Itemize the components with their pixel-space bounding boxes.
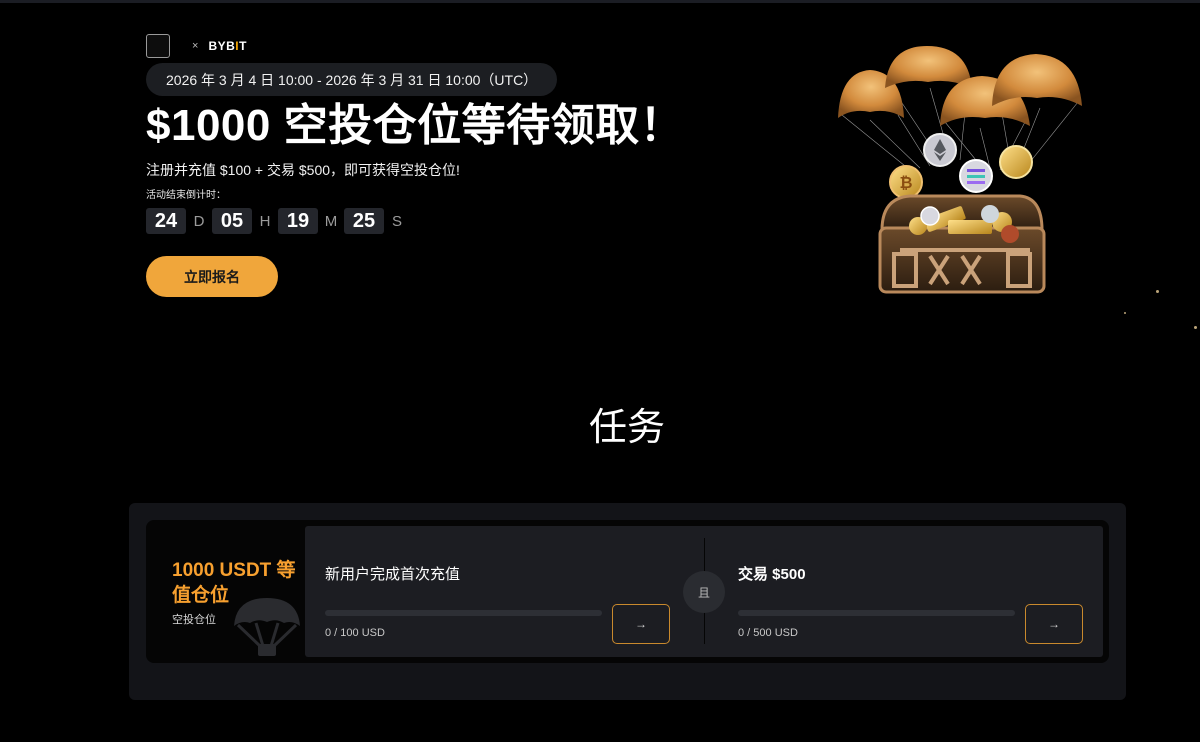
countdown-hours-unit: H bbox=[259, 212, 271, 230]
countdown-timer: 24 D 05 H 19 M 25 S bbox=[146, 208, 410, 234]
task-1-go-button[interactable]: → bbox=[612, 604, 670, 644]
arrow-right-icon: → bbox=[1048, 617, 1060, 631]
hero-subtitle: 注册并充值 $100 + 交易 $500，即可获得空投仓位! bbox=[146, 162, 460, 178]
countdown-hours: 05 bbox=[212, 208, 252, 234]
countdown-minutes: 19 bbox=[278, 208, 318, 234]
tasks-section-title: 任务 bbox=[588, 407, 665, 449]
parachute-icon bbox=[234, 598, 300, 656]
register-now-button[interactable]: 立即报名 bbox=[146, 256, 278, 297]
partner-logo-image bbox=[146, 34, 170, 58]
treasure-chest-parachute-illustration: ₿ bbox=[838, 46, 1082, 294]
sparkle-decoration bbox=[1194, 326, 1197, 329]
task-1-progress-bar bbox=[325, 610, 602, 616]
and-badge: 且 bbox=[683, 571, 725, 613]
bybit-logo[interactable]: BYBIT bbox=[208, 39, 247, 53]
task-2-go-button[interactable]: → bbox=[1025, 604, 1083, 644]
task-2-name: 交易 $500 bbox=[738, 566, 806, 583]
countdown-seconds: 25 bbox=[344, 208, 384, 234]
sparkle-decoration bbox=[1156, 290, 1159, 293]
task-2-progress-bar bbox=[738, 610, 1015, 616]
logo-separator: × bbox=[192, 40, 199, 52]
task-1-progress-text: 0 / 100 USD bbox=[325, 627, 385, 639]
reward-subtitle: 空投仓位 bbox=[172, 614, 216, 626]
countdown-minutes-unit: M bbox=[324, 212, 338, 230]
task-2-progress-text: 0 / 500 USD bbox=[738, 627, 798, 639]
logo-row: × BYBIT bbox=[146, 34, 247, 58]
task-1-name: 新用户完成首次充值 bbox=[325, 566, 461, 583]
countdown-days-unit: D bbox=[193, 212, 205, 230]
arrow-right-icon: → bbox=[635, 617, 647, 631]
countdown-days: 24 bbox=[146, 208, 186, 234]
countdown-label: 活动结束倒计时： bbox=[146, 190, 226, 201]
countdown-seconds-unit: S bbox=[391, 212, 402, 230]
hero-title: $1000 空投仓位等待领取！ bbox=[146, 101, 685, 150]
svg-text:₿: ₿ bbox=[899, 173, 912, 192]
top-border bbox=[0, 0, 1200, 3]
sparkle-decoration bbox=[1124, 312, 1126, 314]
event-date-range: 2026 年 3 月 4 日 10:00 - 2026 年 3 月 31 日 1… bbox=[146, 63, 558, 96]
